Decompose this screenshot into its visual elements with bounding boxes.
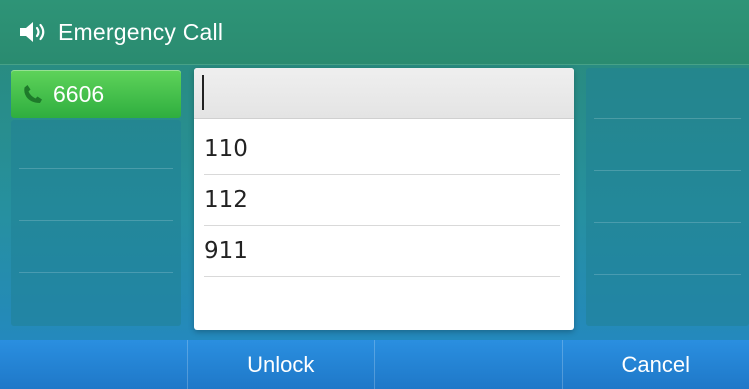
unlock-softkey[interactable]: Unlock	[188, 340, 375, 389]
divider	[19, 220, 173, 221]
softkey-1[interactable]	[0, 340, 188, 389]
list-item[interactable]: 112	[204, 174, 560, 226]
list-item[interactable]: 110	[204, 123, 560, 175]
divider	[19, 168, 173, 169]
line-key-6606[interactable]: 6606	[11, 70, 181, 118]
cancel-softkey[interactable]: Cancel	[563, 340, 749, 389]
list-item[interactable]: 911	[204, 225, 560, 277]
divider	[594, 222, 741, 223]
divider	[594, 118, 741, 119]
title-bar: Emergency Call	[0, 0, 749, 65]
text-caret	[202, 75, 204, 110]
softkey-bar: Unlock Cancel	[0, 340, 749, 389]
number-input[interactable]	[194, 68, 574, 119]
right-key-panel	[586, 68, 749, 326]
page-title: Emergency Call	[58, 18, 224, 45]
emergency-number-list: 110 112 911	[194, 68, 574, 330]
divider	[594, 274, 741, 275]
emergency-number: 911	[204, 237, 248, 264]
divider	[19, 272, 173, 273]
speaker-icon	[18, 17, 52, 47]
line-key-column: 6606	[11, 68, 181, 326]
line-number: 6606	[53, 80, 105, 107]
divider	[594, 170, 741, 171]
phone-handset-icon	[21, 82, 45, 106]
phone-screen: Emergency Call 6606 110 112 911 Unlock C…	[0, 0, 749, 389]
emergency-number: 110	[204, 135, 248, 162]
softkey-3[interactable]	[375, 340, 563, 389]
line-key-panel	[11, 120, 181, 326]
emergency-number: 112	[204, 186, 248, 213]
